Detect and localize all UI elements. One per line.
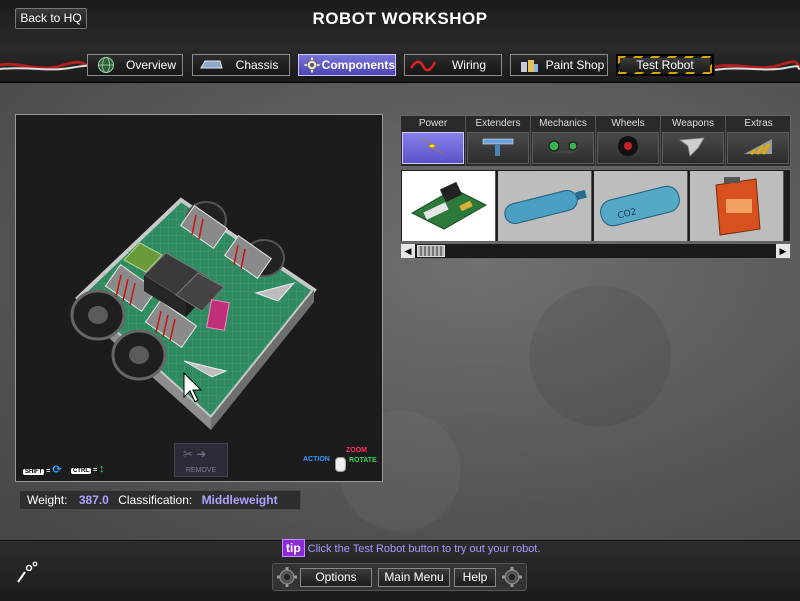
tab-components[interactable]: Components — [298, 54, 396, 76]
item-power-box[interactable] — [690, 171, 784, 241]
co2-tank-icon: CO2 — [600, 185, 680, 227]
lightning-icon — [416, 134, 450, 163]
category-power[interactable]: Power — [401, 116, 466, 166]
pointer-logo-icon — [15, 560, 39, 591]
category-label: Weapons — [671, 118, 715, 129]
scroll-right-arrow[interactable]: ▶ — [776, 244, 790, 258]
tab-chassis-label: Chassis — [235, 58, 279, 72]
tab-chassis[interactable]: Chassis — [192, 54, 290, 76]
component-items: CO2 — [400, 169, 791, 242]
category-label: Power — [418, 118, 448, 129]
circuit-board-icon — [410, 181, 488, 230]
category-wheels[interactable]: Wheels — [596, 116, 661, 166]
remove-icon: ✂ ➜ — [183, 447, 207, 461]
wheel-icon — [616, 134, 640, 163]
rotate-label: ROTATE — [349, 457, 377, 464]
tab-overview-label: Overview — [125, 58, 176, 72]
scroll-thumb[interactable] — [417, 245, 445, 257]
shift-key: SHIFT — [23, 469, 45, 475]
mouse-icon — [335, 457, 346, 472]
main-menu-button[interactable]: Main Menu — [378, 568, 450, 587]
tab-overview[interactable]: Overview — [87, 54, 183, 76]
wedge-icon — [741, 134, 775, 163]
help-button[interactable]: Help — [454, 568, 496, 587]
component-categories: Power Extenders Mechanics Wheels Weapons… — [400, 115, 791, 167]
tab-paint-shop-label: Paint Shop — [545, 58, 605, 72]
item-blue-tank[interactable] — [498, 171, 592, 241]
wire-icon — [409, 56, 437, 74]
tab-wiring-label: Wiring — [451, 58, 486, 72]
category-extenders[interactable]: Extenders — [466, 116, 531, 166]
tab-wiring[interactable]: Wiring — [404, 54, 502, 76]
classification-label: Classification: — [118, 493, 193, 507]
test-robot-label: Test Robot — [620, 58, 710, 72]
weight-label: Weight: — [27, 493, 68, 507]
rotate-arrow-icon: ⟳ — [52, 464, 62, 476]
chain-gear-icon — [543, 134, 583, 163]
gear-icon — [303, 56, 322, 74]
gear-icon — [276, 566, 298, 593]
mouse-controls-hint: ACTION ZOOM ROTATE — [301, 445, 381, 475]
scroll-left-arrow[interactable]: ◀ — [401, 244, 415, 258]
extender-icon — [481, 134, 515, 163]
action-label: ACTION — [303, 456, 330, 463]
robot-3d-viewport[interactable]: SHIFT = ⟳ CTRL = ↕ ✂ ➜ REMOVE ACTION ZOO… — [15, 114, 383, 482]
weight-value: 387.0 — [78, 493, 109, 507]
item-circuit-board[interactable] — [402, 171, 496, 241]
category-weapons[interactable]: Weapons — [661, 116, 726, 166]
gear-icon — [501, 566, 523, 593]
vertical-arrow-icon: ↕ — [99, 463, 105, 475]
remove-label: REMOVE — [185, 467, 217, 474]
page-title: ROBOT WORKSHOP — [312, 9, 488, 28]
category-mechanics[interactable]: Mechanics — [531, 116, 596, 166]
chassis-icon — [197, 56, 225, 74]
tab-test-robot[interactable]: Test Robot — [616, 54, 714, 76]
robot-model — [70, 197, 317, 430]
items-scrollbar[interactable]: ◀ ▶ — [400, 243, 791, 259]
power-box-icon — [715, 177, 761, 236]
category-label: Mechanics — [539, 118, 587, 129]
category-extras[interactable]: Extras — [726, 116, 791, 166]
robot-stats-bar: Weight: 387.0 Classification: Middleweig… — [19, 490, 301, 510]
category-label: Extenders — [475, 118, 521, 129]
options-button[interactable]: Options — [300, 568, 372, 587]
item-co2-tank[interactable]: CO2 — [594, 171, 688, 241]
ctrl-move-hint: CTRL = ↕ — [71, 463, 105, 475]
tip-badge: tip — [282, 539, 305, 557]
remove-button[interactable]: ✂ ➜ REMOVE — [174, 443, 228, 477]
blue-tank-icon — [504, 189, 587, 225]
category-label: Wheels — [611, 118, 645, 129]
ctrl-key: CTRL — [71, 468, 91, 474]
zoom-label: ZOOM — [346, 447, 367, 454]
category-label: Extras — [744, 118, 773, 129]
paint-cans-icon — [515, 56, 543, 74]
tip-text: Click the Test Robot button to try out y… — [307, 543, 541, 555]
classification-value: Middleweight — [201, 493, 278, 507]
tab-components-label: Components — [321, 58, 395, 72]
tip-message: tip Click the Test Robot button to try ou… — [282, 539, 541, 557]
shift-rotate-hint: SHIFT = ⟳ — [23, 464, 62, 476]
globe-icon — [92, 56, 120, 74]
blade-icon — [676, 134, 710, 163]
tab-paint-shop[interactable]: Paint Shop — [510, 54, 608, 76]
